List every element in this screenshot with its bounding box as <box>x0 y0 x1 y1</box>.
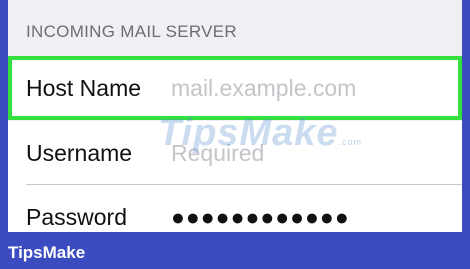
host-name-row[interactable]: Host Name mail.example.com <box>8 56 462 120</box>
watermark: TipsMake.com <box>158 112 362 155</box>
host-name-label: Host Name <box>26 74 142 101</box>
username-label: Username <box>26 139 133 166</box>
password-label: Password <box>26 203 127 230</box>
host-name-input[interactable]: mail.example.com <box>171 75 356 102</box>
brand-logo-text: TipsMake <box>8 243 86 262</box>
watermark-text: TipsMake <box>158 112 339 154</box>
password-row[interactable]: Password ●●●●●●●●●●●● <box>8 185 462 232</box>
watermark-suffix: .com <box>338 137 362 147</box>
section-header: INCOMING MAIL SERVER <box>26 22 237 41</box>
password-input[interactable]: ●●●●●●●●●●●● <box>171 204 350 231</box>
settings-panel: INCOMING MAIL SERVER Host Name mail.exam… <box>8 0 462 232</box>
